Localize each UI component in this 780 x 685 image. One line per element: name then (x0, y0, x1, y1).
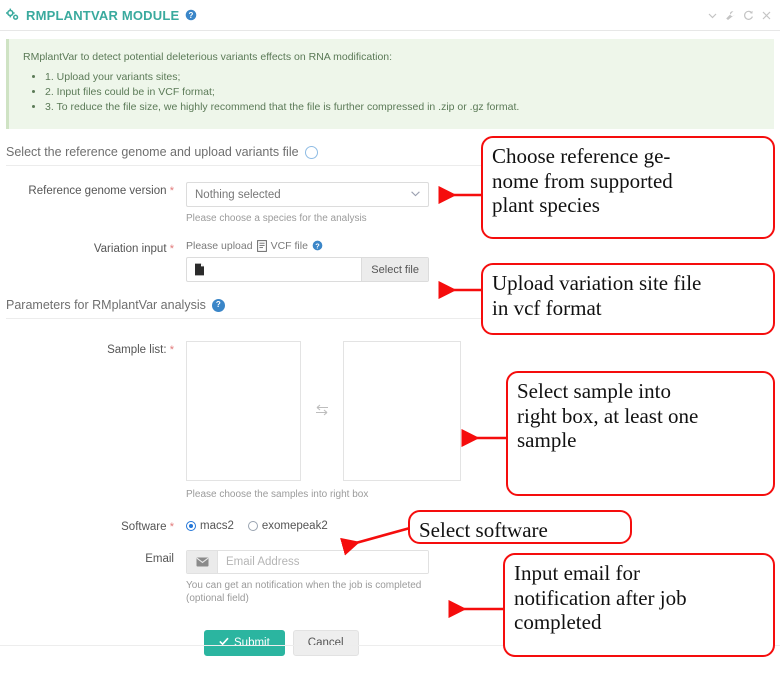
upload-suffix-text: VCF file (270, 240, 308, 252)
email-field[interactable] (218, 551, 428, 573)
check-icon (219, 637, 229, 649)
radio-button-macs2[interactable] (186, 521, 196, 531)
radio-label: exomepeak2 (261, 520, 328, 532)
sample-list-selected[interactable] (343, 341, 461, 481)
email-hint-line1: You can get an notification when the job… (186, 580, 422, 591)
list-item: 1. Upload your variants sites; (45, 70, 760, 85)
form-row-variation-input: Variation input * Please upload VCF file… (0, 240, 780, 282)
envelope-icon (187, 551, 218, 573)
label-text: Software (121, 521, 167, 533)
software-radio-group: macs2 exomepeak2 (186, 518, 780, 532)
email-label: Email (145, 553, 174, 565)
cancel-button-label: Cancel (307, 637, 344, 649)
sample-list-available[interactable] (186, 341, 301, 481)
section-title: Select the reference genome and upload v… (6, 145, 299, 159)
section-header-parameters: Parameters for RMplantVar analysis ? (6, 298, 774, 319)
dual-list-selector (186, 341, 780, 481)
help-icon[interactable]: ? (312, 240, 324, 252)
label-text: Variation input (93, 243, 167, 255)
required-marker: * (169, 185, 174, 197)
section-title: Parameters for RMplantVar analysis (6, 298, 206, 312)
section-header-reference-genome: Select the reference genome and upload v… (6, 145, 774, 166)
list-item: 3. To reduce the file size, we highly re… (45, 100, 760, 115)
label-text: Reference genome version (28, 185, 167, 197)
help-icon[interactable]: ? (185, 9, 197, 21)
reference-genome-selected-value: Nothing selected (195, 188, 281, 201)
submit-button-label: Submit (234, 637, 270, 649)
file-icon (194, 263, 205, 276)
email-input-group[interactable] (186, 550, 429, 574)
form-row-sample-list: Sample list: * Please choose the samples… (0, 341, 780, 500)
label-text: Sample list: (107, 344, 167, 356)
page-title-text: RMPLANTVAR MODULE (26, 7, 180, 23)
close-icon[interactable] (761, 10, 772, 21)
svg-text:?: ? (189, 11, 194, 20)
radio-option-exomepeak2[interactable]: exomepeak2 (247, 520, 328, 532)
required-marker: * (169, 243, 174, 255)
file-input-group[interactable]: Select file (186, 257, 429, 282)
sample-list-label: Sample list: * (6, 341, 186, 500)
action-buttons: Submit Cancel (0, 630, 780, 656)
radio-label: macs2 (200, 520, 234, 532)
form-row-email: Email You can get an notification when t… (0, 550, 780, 604)
chevron-down-icon (411, 190, 420, 200)
sample-list-hint: Please choose the samples into right box (186, 489, 369, 500)
radio-button-exomepeak2[interactable] (247, 521, 258, 531)
reference-genome-select[interactable]: Nothing selected (186, 182, 429, 207)
required-marker: * (169, 521, 174, 533)
variation-input-label: Variation input * (6, 240, 186, 282)
email-hint-line2: (optional field) (186, 593, 249, 604)
panel-window-controls (707, 10, 772, 21)
select-file-button[interactable]: Select file (361, 258, 428, 281)
upload-instruction: Please upload VCF file ? (186, 240, 780, 252)
info-box: RMplantVar to detect potential deleterio… (6, 39, 774, 129)
required-marker: * (169, 344, 174, 356)
reference-genome-label: Reference genome version * (6, 182, 186, 224)
cancel-button[interactable]: Cancel (292, 630, 359, 656)
swap-horizontal-icon[interactable] (301, 403, 343, 419)
vcf-file-icon (256, 240, 267, 252)
list-item: 2. Input files could be in VCF format; (45, 85, 760, 100)
collapse-icon[interactable] (707, 10, 718, 21)
file-name-display[interactable] (187, 258, 361, 281)
help-icon[interactable]: ? (211, 298, 225, 312)
header-divider (0, 30, 780, 31)
bottom-divider (0, 645, 780, 646)
page-title: RMPLANTVAR MODULE ? (6, 8, 197, 23)
info-lead: RMplantVar to detect potential deleterio… (23, 51, 393, 63)
panel-header: RMPLANTVAR MODULE ? (0, 0, 780, 30)
software-label: Software * (6, 518, 186, 533)
form-row-software: Software * macs2 exomepeak2 (0, 518, 780, 533)
reference-genome-hint: Please choose a species for the analysis (186, 213, 367, 224)
refresh-icon[interactable] (743, 10, 754, 21)
form-row-reference-genome: Reference genome version * Nothing selec… (0, 182, 780, 224)
settings-wrench-icon[interactable] (725, 10, 736, 21)
submit-button[interactable]: Submit (204, 630, 285, 656)
gears-icon (6, 8, 20, 22)
info-list: 1. Upload your variants sites; 2. Input … (23, 70, 760, 115)
help-icon[interactable]: ? (304, 145, 318, 159)
svg-text:?: ? (315, 241, 320, 250)
radio-option-macs2[interactable]: macs2 (186, 520, 234, 532)
upload-prefix-text: Please upload (186, 240, 253, 252)
